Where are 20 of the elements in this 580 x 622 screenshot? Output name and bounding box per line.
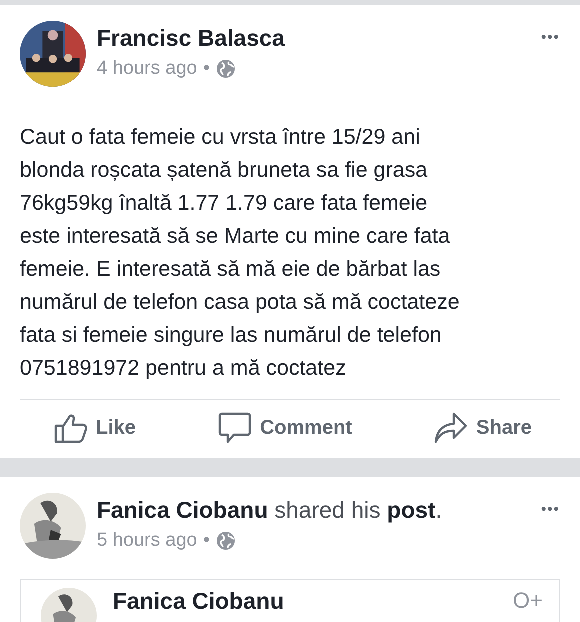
more-options-button[interactable]: •••	[541, 495, 560, 524]
shared-post-card[interactable]: Fanica Ciobanu O+	[20, 579, 560, 622]
post-time[interactable]: 5 hours ago	[97, 530, 198, 552]
share-arrow-icon	[434, 412, 468, 444]
author-name[interactable]: Fanica Ciobanu	[113, 588, 498, 615]
author-name[interactable]: Francisc Balasca	[97, 25, 542, 52]
globe-icon	[216, 531, 236, 551]
share-button[interactable]: Share	[434, 412, 532, 444]
post-time[interactable]: 4 hours ago	[97, 58, 198, 80]
share-headline: Fanica Ciobanu shared his post.	[97, 497, 444, 524]
comment-button[interactable]: Comment	[218, 412, 352, 444]
follow-button[interactable]: O+	[513, 588, 543, 614]
separator-dot: •	[203, 58, 210, 80]
more-options-button[interactable]: •••	[541, 23, 560, 52]
post-text: Caut o fata femeie cu vrsta între 15/29 ani blonda roșcata șatenă bruneta sa fie grasa 76kg59kg înaltă 1.77 1.79 care fata femeie este interesată să se Marte cu mine care fata femeie. E interesată să mă eie de bărbat las numărul de telefon casa pota să mă coctateze fata si femeie singure las numărul de telefon 0751891972 pentru a mă coctatez	[20, 121, 560, 400]
speech-bubble-icon	[218, 412, 252, 444]
like-button[interactable]: Like	[54, 412, 136, 444]
separator-dot: •	[203, 530, 210, 552]
thumbs-up-icon	[54, 412, 88, 444]
globe-icon	[216, 59, 236, 79]
